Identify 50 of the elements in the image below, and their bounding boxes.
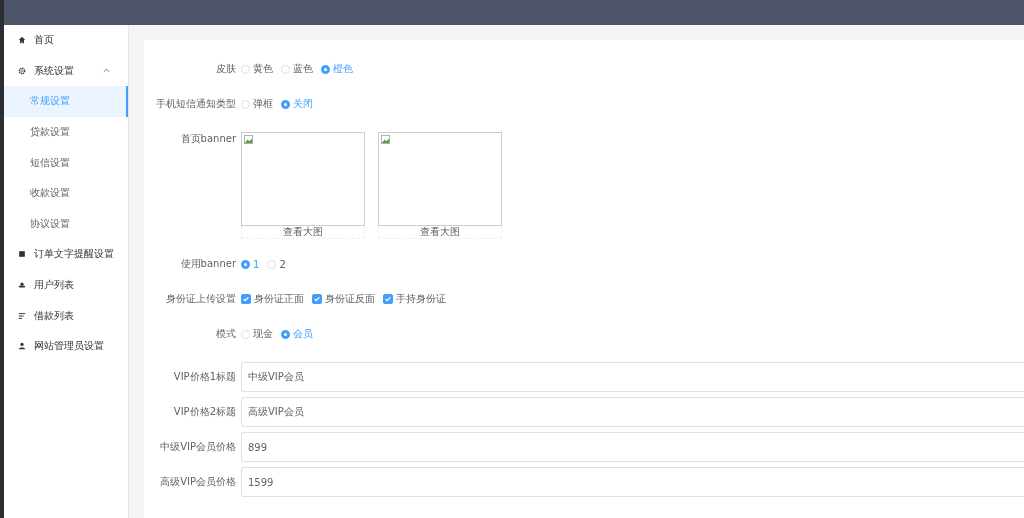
- radio-button[interactable]: [281, 99, 290, 109]
- home-icon: [18, 36, 26, 45]
- view-large-link[interactable]: 查看大图: [241, 226, 365, 239]
- field-label: 中级VIP会员价格: [159, 440, 237, 454]
- gear-icon: [18, 66, 26, 75]
- user-icon: [18, 342, 26, 351]
- input-field[interactable]: 中级VIP会员: [241, 362, 1024, 392]
- checkbox[interactable]: [241, 294, 251, 304]
- broken-image-icon: [244, 135, 253, 144]
- checkbox[interactable]: [383, 294, 393, 304]
- checkbox-option[interactable]: 手持身份证: [383, 292, 446, 306]
- checkbox-option[interactable]: 身份证反面: [312, 292, 375, 306]
- radio-button[interactable]: [321, 64, 330, 74]
- checkbox[interactable]: [312, 294, 322, 304]
- sidebar-item[interactable]: 系统设置: [4, 55, 128, 87]
- sidebar-item[interactable]: 协议设置: [4, 208, 128, 240]
- radio-option[interactable]: 蓝色: [281, 62, 313, 76]
- radio-option[interactable]: 黄色: [241, 62, 273, 76]
- radio-button[interactable]: [241, 259, 250, 269]
- sidebar-item[interactable]: 借款列表: [4, 300, 128, 331]
- sidebar-item[interactable]: 贷款设置: [4, 116, 128, 148]
- field-label: 皮肤: [215, 62, 237, 76]
- input-field[interactable]: 1599: [241, 467, 1024, 497]
- field-label: VIP价格2标题: [172, 405, 237, 419]
- broken-image-icon: [381, 135, 390, 144]
- field-label: 手机短信通知类型: [155, 97, 237, 111]
- sidebar-item[interactable]: 网站管理员设置: [4, 330, 128, 362]
- list-icon: [18, 311, 26, 320]
- field-label: 模式: [215, 327, 237, 341]
- field-label: 高级VIP会员价格: [159, 475, 237, 489]
- field-label: 首页banner: [179, 132, 237, 146]
- radio-option[interactable]: 弹框: [241, 97, 273, 111]
- view-large-link[interactable]: 查看大图: [378, 226, 502, 239]
- sidebar-item[interactable]: 短信设置: [4, 147, 128, 178]
- input-field[interactable]: 高级VIP会员: [241, 397, 1024, 427]
- radio-option[interactable]: 2: [267, 258, 286, 270]
- field-label: 使用banner: [179, 257, 237, 271]
- field-label: VIP价格1标题: [172, 370, 237, 384]
- caret-icon: [103, 68, 110, 74]
- checkbox-option[interactable]: 身份证正面: [241, 292, 304, 306]
- document-icon: [18, 250, 26, 259]
- users-icon: [18, 281, 26, 290]
- sidebar-item[interactable]: 订单文字提醒设置: [4, 239, 128, 270]
- sidebar-item[interactable]: 收款设置: [4, 177, 128, 209]
- sidebar-item[interactable]: 首页: [4, 25, 128, 56]
- field-label: 身份证上传设置: [165, 292, 237, 306]
- input-field[interactable]: 899: [241, 432, 1024, 462]
- sidebar-item[interactable]: 用户列表: [4, 269, 128, 301]
- radio-option[interactable]: 现金: [241, 327, 273, 341]
- radio-button[interactable]: [281, 329, 290, 339]
